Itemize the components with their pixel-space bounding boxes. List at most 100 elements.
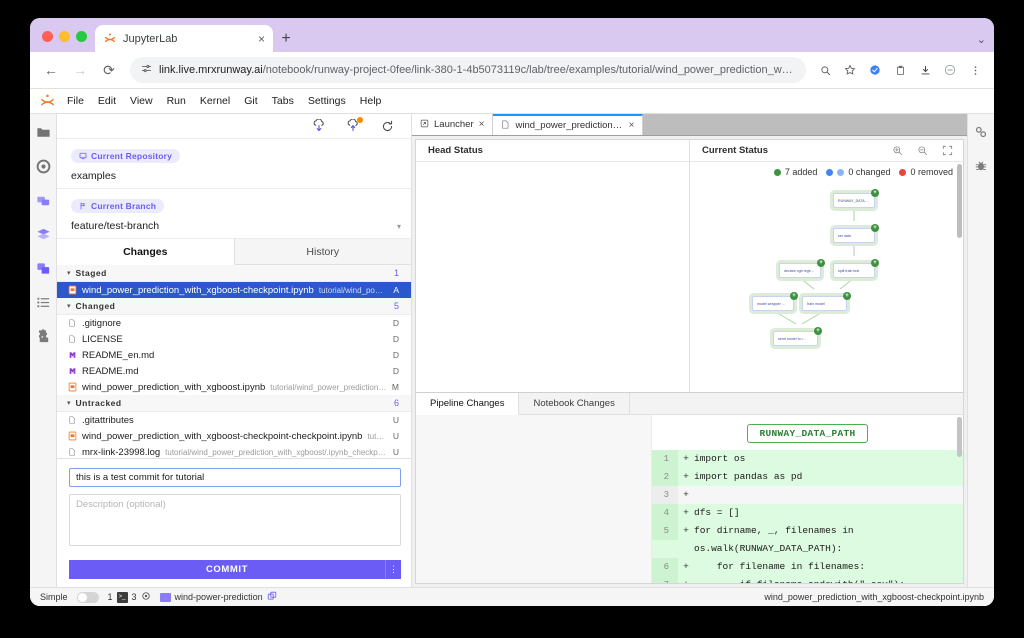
table-row[interactable]: LICENSE D: [57, 331, 411, 347]
chevron-down-icon[interactable]: ⌄: [977, 33, 986, 46]
tab-history[interactable]: History: [234, 239, 411, 264]
simple-mode-toggle[interactable]: [76, 591, 99, 603]
window-traffic-lights[interactable]: [38, 31, 95, 52]
tab-launcher[interactable]: Launcher ×: [412, 114, 494, 135]
pipeline-graph[interactable]: RUNWAY_DATA... + set data + split train …: [690, 162, 963, 392]
pipeline-node-3[interactable]: declare xgb rege...: [779, 263, 821, 278]
fit-screen-icon[interactable]: [941, 145, 953, 157]
menu-file[interactable]: File: [60, 95, 91, 107]
section-changed[interactable]: ▾ Changed 5: [57, 298, 411, 315]
commit-description-input[interactable]: [69, 494, 401, 546]
table-of-contents-icon[interactable]: [33, 292, 53, 312]
kernel-status[interactable]: 1 >_ 3: [108, 591, 151, 603]
tab-notebook[interactable]: wind_power_prediction_wit ×: [493, 114, 644, 135]
reload-button[interactable]: ⟳: [96, 57, 122, 83]
push-icon[interactable]: [345, 117, 363, 134]
chevron-down-icon[interactable]: ▾: [67, 302, 71, 310]
file-icon: [67, 415, 77, 426]
pipeline-node-5-badge: +: [790, 292, 798, 300]
table-row[interactable]: wind_power_prediction_with_xgboost-check…: [57, 282, 411, 298]
zoom-out-icon[interactable]: [916, 145, 928, 157]
project-indicator[interactable]: wind-power-prediction: [159, 591, 277, 603]
extension-blue-icon[interactable]: [864, 59, 886, 81]
table-row[interactable]: README.md D: [57, 363, 411, 379]
property-inspector-icon[interactable]: [971, 122, 991, 142]
zoom-icon[interactable]: [814, 59, 836, 81]
debugger-bug-icon[interactable]: [971, 156, 991, 176]
menu-view[interactable]: View: [123, 95, 160, 107]
pipeline-node-5[interactable]: model wrapper ...: [752, 296, 794, 311]
running-kernels-icon[interactable]: [33, 156, 53, 176]
chevron-down-icon[interactable]: ▾: [67, 269, 71, 277]
refresh-icon[interactable]: [379, 118, 395, 134]
tab-changes[interactable]: Changes: [57, 239, 235, 265]
close-icon[interactable]: ×: [629, 120, 635, 131]
gear-icon[interactable]: [141, 591, 151, 603]
menu-kernel[interactable]: Kernel: [193, 95, 237, 107]
section-changed-count: 5: [393, 301, 399, 311]
address-bar[interactable]: link.live.mrxrunway.ai/notebook/runway-p…: [130, 57, 806, 83]
back-button[interactable]: ←: [38, 57, 64, 83]
line-code: import os: [694, 453, 746, 464]
tab-notebook-changes[interactable]: Notebook Changes: [519, 393, 630, 414]
profile-icon[interactable]: [939, 59, 961, 81]
commit-button[interactable]: COMMIT: [69, 560, 385, 579]
table-row[interactable]: wind_power_prediction_with_xgboost-check…: [57, 428, 411, 444]
commit-options-kebab-icon[interactable]: ⋮: [385, 560, 401, 579]
pipeline-node-6[interactable]: send model to r...: [773, 331, 818, 346]
table-row[interactable]: .gitignore D: [57, 315, 411, 331]
extensions-purple-icon[interactable]: [33, 190, 53, 210]
git-file-list[interactable]: ▾ Staged 1 wind_power_prediction_with_xg…: [57, 265, 411, 458]
download-icon[interactable]: [914, 59, 936, 81]
table-row[interactable]: wind_power_prediction_with_xgboost.ipynb…: [57, 379, 411, 395]
git-icon[interactable]: [33, 258, 53, 278]
pull-icon[interactable]: [311, 118, 327, 134]
minimize-window-button[interactable]: [59, 31, 70, 42]
commit-summary-input[interactable]: [69, 468, 401, 487]
menu-run[interactable]: Run: [160, 95, 193, 107]
section-staged[interactable]: ▾ Staged 1: [57, 265, 411, 282]
chevron-down-icon[interactable]: ▾: [67, 399, 71, 407]
browser-tab-jupyterlab[interactable]: JupyterLab ×: [95, 25, 273, 52]
menu-tabs[interactable]: Tabs: [265, 95, 301, 107]
forward-button[interactable]: →: [67, 57, 93, 83]
close-window-button[interactable]: [42, 31, 53, 42]
git-toolbar: [57, 114, 411, 139]
section-untracked[interactable]: ▾ Untracked 6: [57, 395, 411, 412]
stack-layers-icon[interactable]: [33, 224, 53, 244]
puzzle-extension-icon[interactable]: [33, 326, 53, 346]
menu-git[interactable]: Git: [237, 95, 264, 107]
external-link-icon[interactable]: [267, 591, 277, 603]
pipeline-node-4[interactable]: train model: [802, 296, 847, 311]
new-tab-button[interactable]: +: [273, 25, 299, 52]
line-sign: +: [678, 576, 694, 583]
table-row[interactable]: mrx-link-23998.log tutorial/wind_power_p…: [57, 444, 411, 458]
menu-help[interactable]: Help: [353, 95, 389, 107]
table-row[interactable]: .gitattributes U: [57, 412, 411, 428]
maximize-window-button[interactable]: [76, 31, 87, 42]
site-settings-icon[interactable]: [141, 63, 152, 77]
tab-pipeline-changes[interactable]: Pipeline Changes: [416, 393, 520, 415]
diff-document: Head Status Current Status 7 added 0 cha…: [415, 139, 964, 584]
current-branch-row[interactable]: feature/test-branch ▾: [71, 220, 401, 232]
terminal-icon: >_: [116, 591, 128, 603]
zoom-in-icon[interactable]: [891, 145, 903, 157]
close-icon[interactable]: ×: [479, 119, 485, 130]
bookmark-star-icon[interactable]: [839, 59, 861, 81]
file-browser-icon[interactable]: [33, 122, 53, 142]
kebab-menu-icon[interactable]: [964, 59, 986, 81]
current-status-scrollbar[interactable]: [957, 164, 962, 238]
line-sign: +: [683, 471, 689, 482]
pipeline-node-2[interactable]: split train test: [833, 263, 875, 278]
chevron-down-icon[interactable]: ▾: [397, 222, 401, 231]
clipboard-icon[interactable]: [889, 59, 911, 81]
table-row[interactable]: README_en.md D: [57, 347, 411, 363]
pipeline-node-1[interactable]: set data: [833, 228, 875, 243]
diff-scrollbar[interactable]: [957, 417, 962, 457]
close-icon[interactable]: ×: [258, 33, 265, 45]
active-file-indicator: wind_power_prediction_with_xgboost-check…: [764, 592, 984, 602]
menu-settings[interactable]: Settings: [301, 95, 353, 107]
menu-edit[interactable]: Edit: [91, 95, 123, 107]
pipeline-node-0[interactable]: RUNWAY_DATA...: [833, 193, 875, 208]
status-bar-left: Simple 1 >_ 3 wind-power-prediction: [40, 591, 277, 603]
